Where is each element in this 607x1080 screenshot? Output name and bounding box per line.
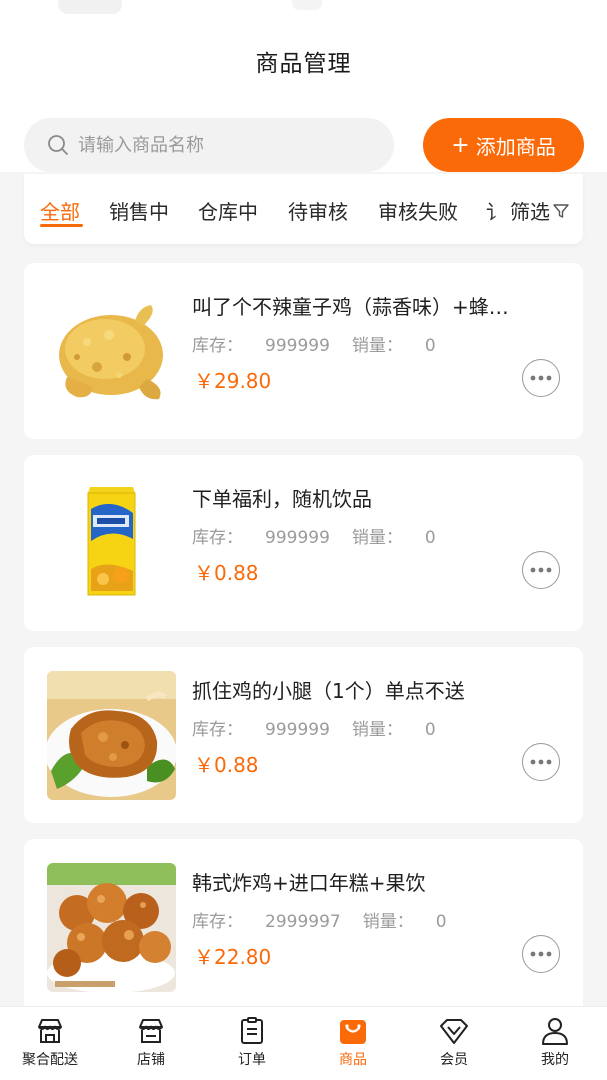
product-meta: 库存： 2999997 销量： 0 (192, 907, 447, 932)
more-options-button[interactable] (522, 743, 560, 781)
store-delivery-icon (38, 1019, 62, 1043)
plus-icon: + (451, 132, 470, 158)
store-icon (139, 1019, 163, 1043)
nav-item-profile[interactable]: 我的 (505, 1015, 605, 1069)
nav-label: 订单 (238, 1052, 266, 1068)
stock-label: 库存： 2999997 (192, 912, 341, 932)
add-product-label: 添加商品 (475, 134, 556, 159)
filter-label: 筛选 (510, 200, 550, 224)
product-card[interactable]: 叫了个不辣童子鸡（蒜香味）+蜂… 库存： 999999 销量： 0 ￥29.80 (24, 263, 583, 439)
product-price: ￥22.80 (194, 945, 272, 969)
nav-item-members[interactable]: 会员 (404, 1015, 504, 1069)
page-title: 商品管理 (255, 51, 352, 77)
product-name: 下单福利，随机饮品 (192, 487, 372, 511)
nav-item-store[interactable]: 店铺 (101, 1015, 201, 1069)
nav-item-delivery[interactable]: 聚合配送 (0, 1015, 100, 1069)
nav-label: 我的 (541, 1052, 569, 1068)
bottom-nav: 聚合配送 店铺 订单 商品 会员 我的 (0, 1006, 607, 1080)
status-bar-blur (292, 0, 322, 10)
tab-review-failed[interactable]: 审核失败 (378, 196, 458, 225)
more-dots-icon (530, 567, 552, 573)
more-options-button[interactable] (522, 551, 560, 589)
active-tab-indicator (40, 224, 83, 227)
profile-icon (542, 1018, 568, 1045)
product-image-iced-tea (47, 479, 176, 608)
search-input[interactable] (78, 134, 378, 156)
product-price: ￥0.88 (194, 561, 259, 585)
product-card[interactable]: 韩式炸鸡+进口年糕+果饮 库存： 2999997 销量： 0 ￥22.80 (24, 839, 583, 1015)
sales-label: 销量： 0 (362, 912, 447, 932)
tab-in-warehouse[interactable]: 仓库中 (198, 196, 258, 225)
sales-label: 销量： 0 (351, 528, 436, 548)
nav-label: 聚合配送 (22, 1052, 78, 1068)
status-bar-blur (58, 0, 122, 14)
nav-label: 店铺 (137, 1052, 165, 1068)
more-dots-icon (530, 375, 552, 381)
add-product-button[interactable]: + 添加商品 (423, 118, 584, 172)
more-dots-icon (530, 759, 552, 765)
nav-label: 会员 (440, 1052, 468, 1068)
more-options-button[interactable] (522, 935, 560, 973)
more-options-button[interactable] (522, 359, 560, 397)
tab-pending-review[interactable]: 待审核 (288, 196, 348, 225)
filter-icon (553, 203, 569, 218)
product-card[interactable]: 下单福利，随机饮品 库存： 999999 销量： 0 ￥0.88 (24, 455, 583, 631)
product-name: 韩式炸鸡+进口年糕+果饮 (192, 871, 426, 895)
product-meta: 库存： 999999 销量： 0 (192, 523, 436, 548)
order-clipboard-icon (241, 1017, 263, 1044)
shopping-bag-icon (340, 1020, 366, 1044)
nav-label: 商品 (339, 1052, 367, 1068)
product-name: 抓住鸡的小腿（1个）单点不送 (192, 679, 465, 703)
product-meta: 库存： 999999 销量： 0 (192, 715, 436, 740)
search-icon (48, 135, 68, 155)
sales-label: 销量： 0 (351, 336, 436, 356)
tab-all[interactable]: 全部 (40, 196, 80, 225)
product-image-drumstick (47, 671, 176, 800)
filter-button[interactable]: 筛选 (508, 196, 570, 225)
sales-label: 销量： 0 (351, 720, 436, 740)
nav-item-products[interactable]: 商品 (303, 1015, 403, 1069)
product-meta: 库存： 999999 销量： 0 (192, 331, 436, 356)
stock-label: 库存： 999999 (192, 336, 330, 356)
stock-label: 库存： 999999 (192, 528, 330, 548)
product-image-korean-chicken (47, 863, 176, 992)
product-name: 叫了个不辣童子鸡（蒜香味）+蜂… (192, 295, 509, 319)
product-card[interactable]: 抓住鸡的小腿（1个）单点不送 库存： 999999 销量： 0 ￥0.88 (24, 647, 583, 823)
status-tabs: 全部 销售中 仓库中 待审核 审核失败 讠 筛选 (24, 174, 583, 244)
product-image-fried-chicken (47, 287, 176, 416)
member-diamond-icon (440, 1019, 468, 1044)
stock-label: 库存： 999999 (192, 720, 330, 740)
product-price: ￥29.80 (194, 369, 272, 393)
more-dots-icon (530, 951, 552, 957)
tab-on-sale[interactable]: 销售中 (109, 196, 169, 225)
product-price: ￥0.88 (194, 753, 259, 777)
nav-item-orders[interactable]: 订单 (202, 1015, 302, 1069)
search-box[interactable] (24, 118, 394, 172)
header-bar: 商品管理 + 添加商品 (0, 0, 607, 172)
